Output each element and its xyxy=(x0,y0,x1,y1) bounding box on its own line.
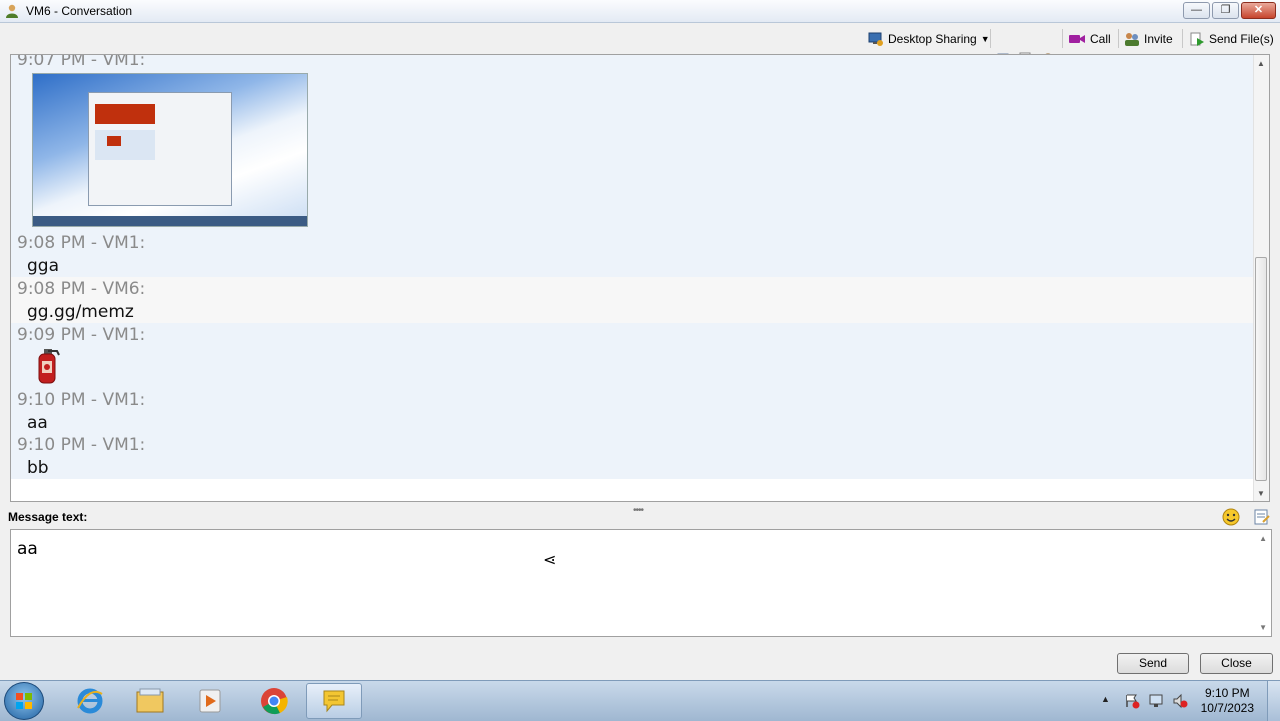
message-timestamp: 9:08 PM - VM1: xyxy=(17,233,146,253)
invite-button[interactable]: Invite xyxy=(1124,29,1173,49)
desktop-sharing-label: Desktop Sharing xyxy=(888,32,977,46)
format-text-icon[interactable] xyxy=(1253,508,1271,526)
message-block: 9:08 PM - VM1: gga xyxy=(11,231,1256,277)
title-bar: VM6 - Conversation — ❐ ✕ xyxy=(0,0,1280,23)
clock-date: 10/7/2023 xyxy=(1200,701,1254,715)
scrollbar-thumb[interactable] xyxy=(1255,257,1267,481)
splitter-grip[interactable]: •••• xyxy=(633,505,644,516)
media-player-button[interactable] xyxy=(182,683,238,719)
message-timestamp: 9:10 PM - VM1: xyxy=(17,435,146,455)
send-files-button[interactable]: Send File(s) xyxy=(1189,29,1274,49)
window-title: VM6 - Conversation xyxy=(26,4,133,18)
file-explorer-button[interactable] xyxy=(122,683,178,719)
toolbar-separator xyxy=(990,29,991,48)
chrome-icon xyxy=(261,688,288,715)
message-timestamp: 9:09 PM - VM1: xyxy=(17,325,146,345)
message-block: 9:10 PM - VM1: bb xyxy=(11,435,1256,479)
internet-explorer-button[interactable] xyxy=(62,683,118,719)
send-files-label: Send File(s) xyxy=(1209,32,1274,46)
message-text: gga xyxy=(27,256,59,276)
folder-icon xyxy=(136,688,164,713)
chevron-down-icon: ▼ xyxy=(980,34,990,44)
chat-history[interactable]: 9:07 PM - VM1: 9:08 PM - VM1: gga 9:08 P… xyxy=(10,54,1270,502)
close-window-button[interactable]: ✕ xyxy=(1241,2,1276,19)
start-button[interactable] xyxy=(4,682,44,720)
message-input-value[interactable]: aa xyxy=(17,539,38,559)
minimize-button[interactable]: — xyxy=(1183,2,1210,19)
taskbar: ▲ 9:10 PM 10/7/2023 xyxy=(0,680,1280,721)
invite-users-icon xyxy=(1125,33,1139,46)
show-desktop-button[interactable] xyxy=(1267,681,1280,721)
message-timestamp: 9:07 PM - VM1: xyxy=(17,54,146,70)
clock-time: 9:10 PM xyxy=(1204,686,1250,700)
desktop-sharing-icon xyxy=(868,32,883,46)
toolbar-separator xyxy=(1182,29,1183,48)
show-hidden-icons-icon[interactable]: ▲ xyxy=(1101,694,1110,704)
toolbar-separator xyxy=(1118,29,1119,48)
messenger-button[interactable] xyxy=(306,683,362,719)
send-file-icon xyxy=(1190,32,1204,46)
network-icon[interactable] xyxy=(1148,693,1164,709)
internet-explorer-icon xyxy=(77,688,103,714)
message-block: 9:09 PM - VM1: xyxy=(11,323,1256,389)
message-input[interactable]: aa ▲ ▼ xyxy=(10,529,1272,637)
scroll-down-icon[interactable]: ▼ xyxy=(1259,623,1267,632)
emoticon-icon[interactable] xyxy=(1222,508,1240,526)
send-button[interactable]: Send xyxy=(1117,653,1189,674)
chat-scrollbar[interactable]: ▲ ▼ xyxy=(1253,55,1269,501)
message-block: 9:10 PM - VM1: aa xyxy=(11,389,1256,435)
action-center-icon[interactable] xyxy=(1124,693,1140,709)
system-clock[interactable]: 9:10 PM 10/7/2023 xyxy=(1201,686,1254,716)
toolbar-separator xyxy=(1062,29,1063,48)
chrome-button[interactable] xyxy=(246,683,302,719)
message-block: 9:08 PM - VM6: gg.gg/memz xyxy=(11,277,1256,323)
message-text: aa xyxy=(27,413,48,433)
scroll-down-icon[interactable]: ▼ xyxy=(1257,489,1265,498)
screenshot-image[interactable] xyxy=(32,73,308,227)
scroll-up-icon[interactable]: ▲ xyxy=(1257,59,1265,68)
media-player-icon xyxy=(199,689,221,713)
chat-bubble-icon xyxy=(323,690,345,713)
message-timestamp: 9:08 PM - VM6: xyxy=(17,279,146,299)
volume-muted-icon[interactable] xyxy=(1172,693,1188,709)
invite-label: Invite xyxy=(1144,32,1173,46)
video-camera-icon xyxy=(1069,35,1085,43)
message-text: bb xyxy=(27,458,49,478)
message-timestamp: 9:10 PM - VM1: xyxy=(17,390,146,410)
desktop-sharing-button[interactable]: Desktop Sharing ▼ xyxy=(868,29,990,49)
toolbar: Desktop Sharing ▼ Call Invite Send File(… xyxy=(0,23,1280,67)
close-button[interactable]: Close xyxy=(1200,653,1273,674)
app-icon xyxy=(6,4,18,18)
message-block: 9:07 PM - VM1: xyxy=(11,55,1256,231)
restore-button[interactable]: ❐ xyxy=(1212,2,1239,19)
message-text-label: Message text: xyxy=(8,510,88,524)
call-label: Call xyxy=(1090,32,1111,46)
call-button[interactable]: Call xyxy=(1068,29,1111,49)
message-text: gg.gg/memz xyxy=(27,302,134,322)
fire-extinguisher-icon xyxy=(38,349,60,384)
text-cursor-icon: ⋖ xyxy=(543,552,557,569)
scroll-up-icon[interactable]: ▲ xyxy=(1259,534,1267,543)
windows-logo-icon xyxy=(16,693,32,709)
